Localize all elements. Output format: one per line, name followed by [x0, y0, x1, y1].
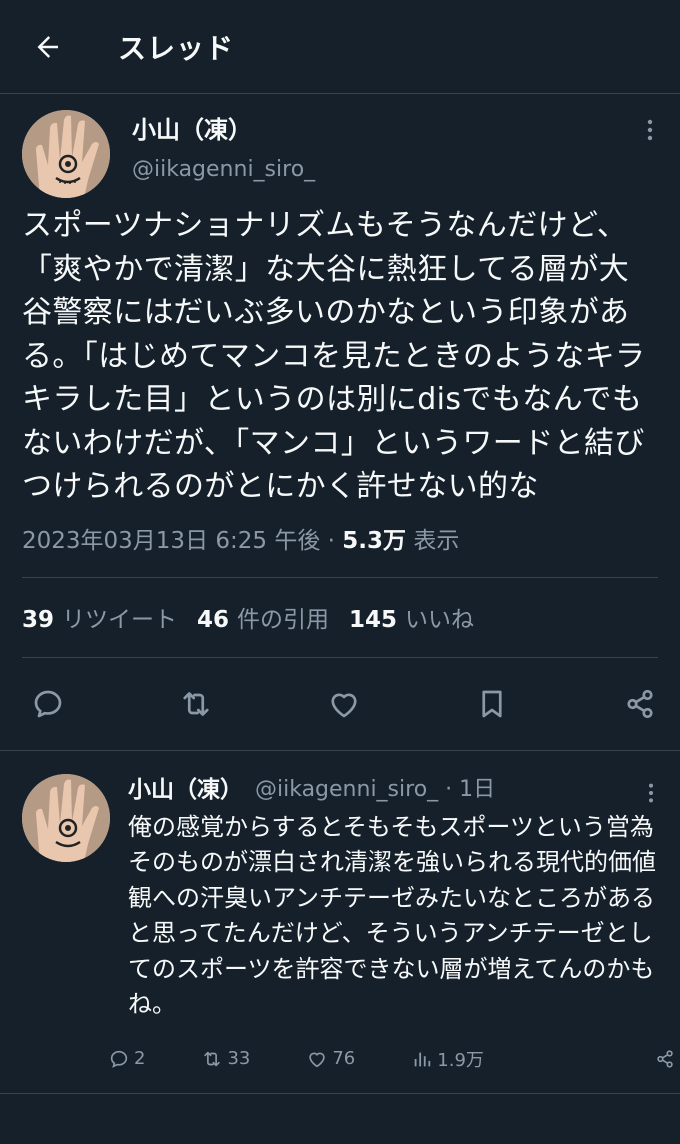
reply-reply-button[interactable]: 2 — [108, 1048, 145, 1070]
heart-icon — [309, 1052, 326, 1067]
author-name[interactable]: 小山（凍） — [132, 114, 315, 146]
reply-count: 2 — [134, 1048, 146, 1069]
reply-icon[interactable] — [30, 686, 66, 722]
share-icon[interactable] — [622, 686, 658, 722]
divider — [0, 749, 680, 760]
more-options-icon[interactable] — [644, 782, 658, 804]
author-handle[interactable]: @iikagenni_siro_ — [132, 152, 315, 188]
share-icon — [657, 1049, 673, 1068]
retweet-count: 33 — [227, 1048, 251, 1069]
views-count: 1.9万 — [437, 1049, 484, 1071]
reply-author-handle[interactable]: @iikagenni_siro_ · 1日 — [255, 774, 495, 806]
tweet-timestamp: 2023年03月13日 6:25 午後 · 5.3万 表示 — [22, 523, 658, 578]
views-count: 5.3万 — [342, 527, 407, 554]
tweet-text: スポーツナショナリズムもそうなんだけど、「爽やかで清潔」な大谷に熱狂してる層が大… — [22, 208, 646, 504]
more-options-icon[interactable] — [642, 118, 658, 142]
retweet-icon[interactable] — [178, 686, 214, 722]
reply-icon — [110, 1050, 128, 1068]
reply-author-name[interactable]: 小山（凍） — [128, 774, 243, 806]
avatar[interactable] — [22, 773, 110, 862]
reply-tweet[interactable]: 小山（凍） @iikagenni_siro_ · 1日 俺の感覚からするとそもそ… — [0, 760, 680, 1023]
divider — [0, 1092, 680, 1094]
back-button[interactable] — [26, 25, 70, 69]
top-bar: スレッド — [0, 0, 680, 94]
reply-views-button[interactable]: 1.9万 — [411, 1046, 484, 1072]
page-title: スレッド — [118, 31, 235, 65]
bookmark-icon[interactable] — [474, 686, 510, 722]
retweet-icon — [204, 1051, 221, 1066]
likes-stat[interactable]: 145 いいね — [349, 600, 474, 634]
reply-retweet-button[interactable]: 33 — [201, 1048, 250, 1070]
main-tweet: 小山（凍） @iikagenni_siro_ スポーツナショナリズムもそうなんだ… — [0, 94, 680, 658]
quotes-stat[interactable]: 46 件の引用 — [197, 600, 329, 634]
tweet-actions — [0, 658, 680, 750]
reply-actions: 2 33 76 1.9万 — [108, 1039, 680, 1079]
bar-chart-icon — [414, 1052, 431, 1066]
reply-text: 俺の感覚からするとそもそもスポーツという営為そのものが漂白され清潔を強いられる現… — [128, 812, 656, 1019]
timestamp-text[interactable]: 2023年03月13日 6:25 午後 · — [22, 528, 335, 554]
avatar[interactable] — [22, 110, 110, 198]
reply-like-button[interactable]: 76 — [306, 1048, 355, 1070]
arrow-left-icon — [37, 35, 58, 58]
like-count: 76 — [332, 1048, 356, 1069]
tweet-stats: 39 リツイート 46 件の引用 145 いいね — [22, 578, 658, 658]
retweets-stat[interactable]: 39 リツイート — [22, 600, 177, 634]
heart-icon[interactable] — [326, 686, 362, 722]
views-label: 表示 — [413, 527, 460, 554]
reply-share-button[interactable] — [654, 1048, 680, 1070]
